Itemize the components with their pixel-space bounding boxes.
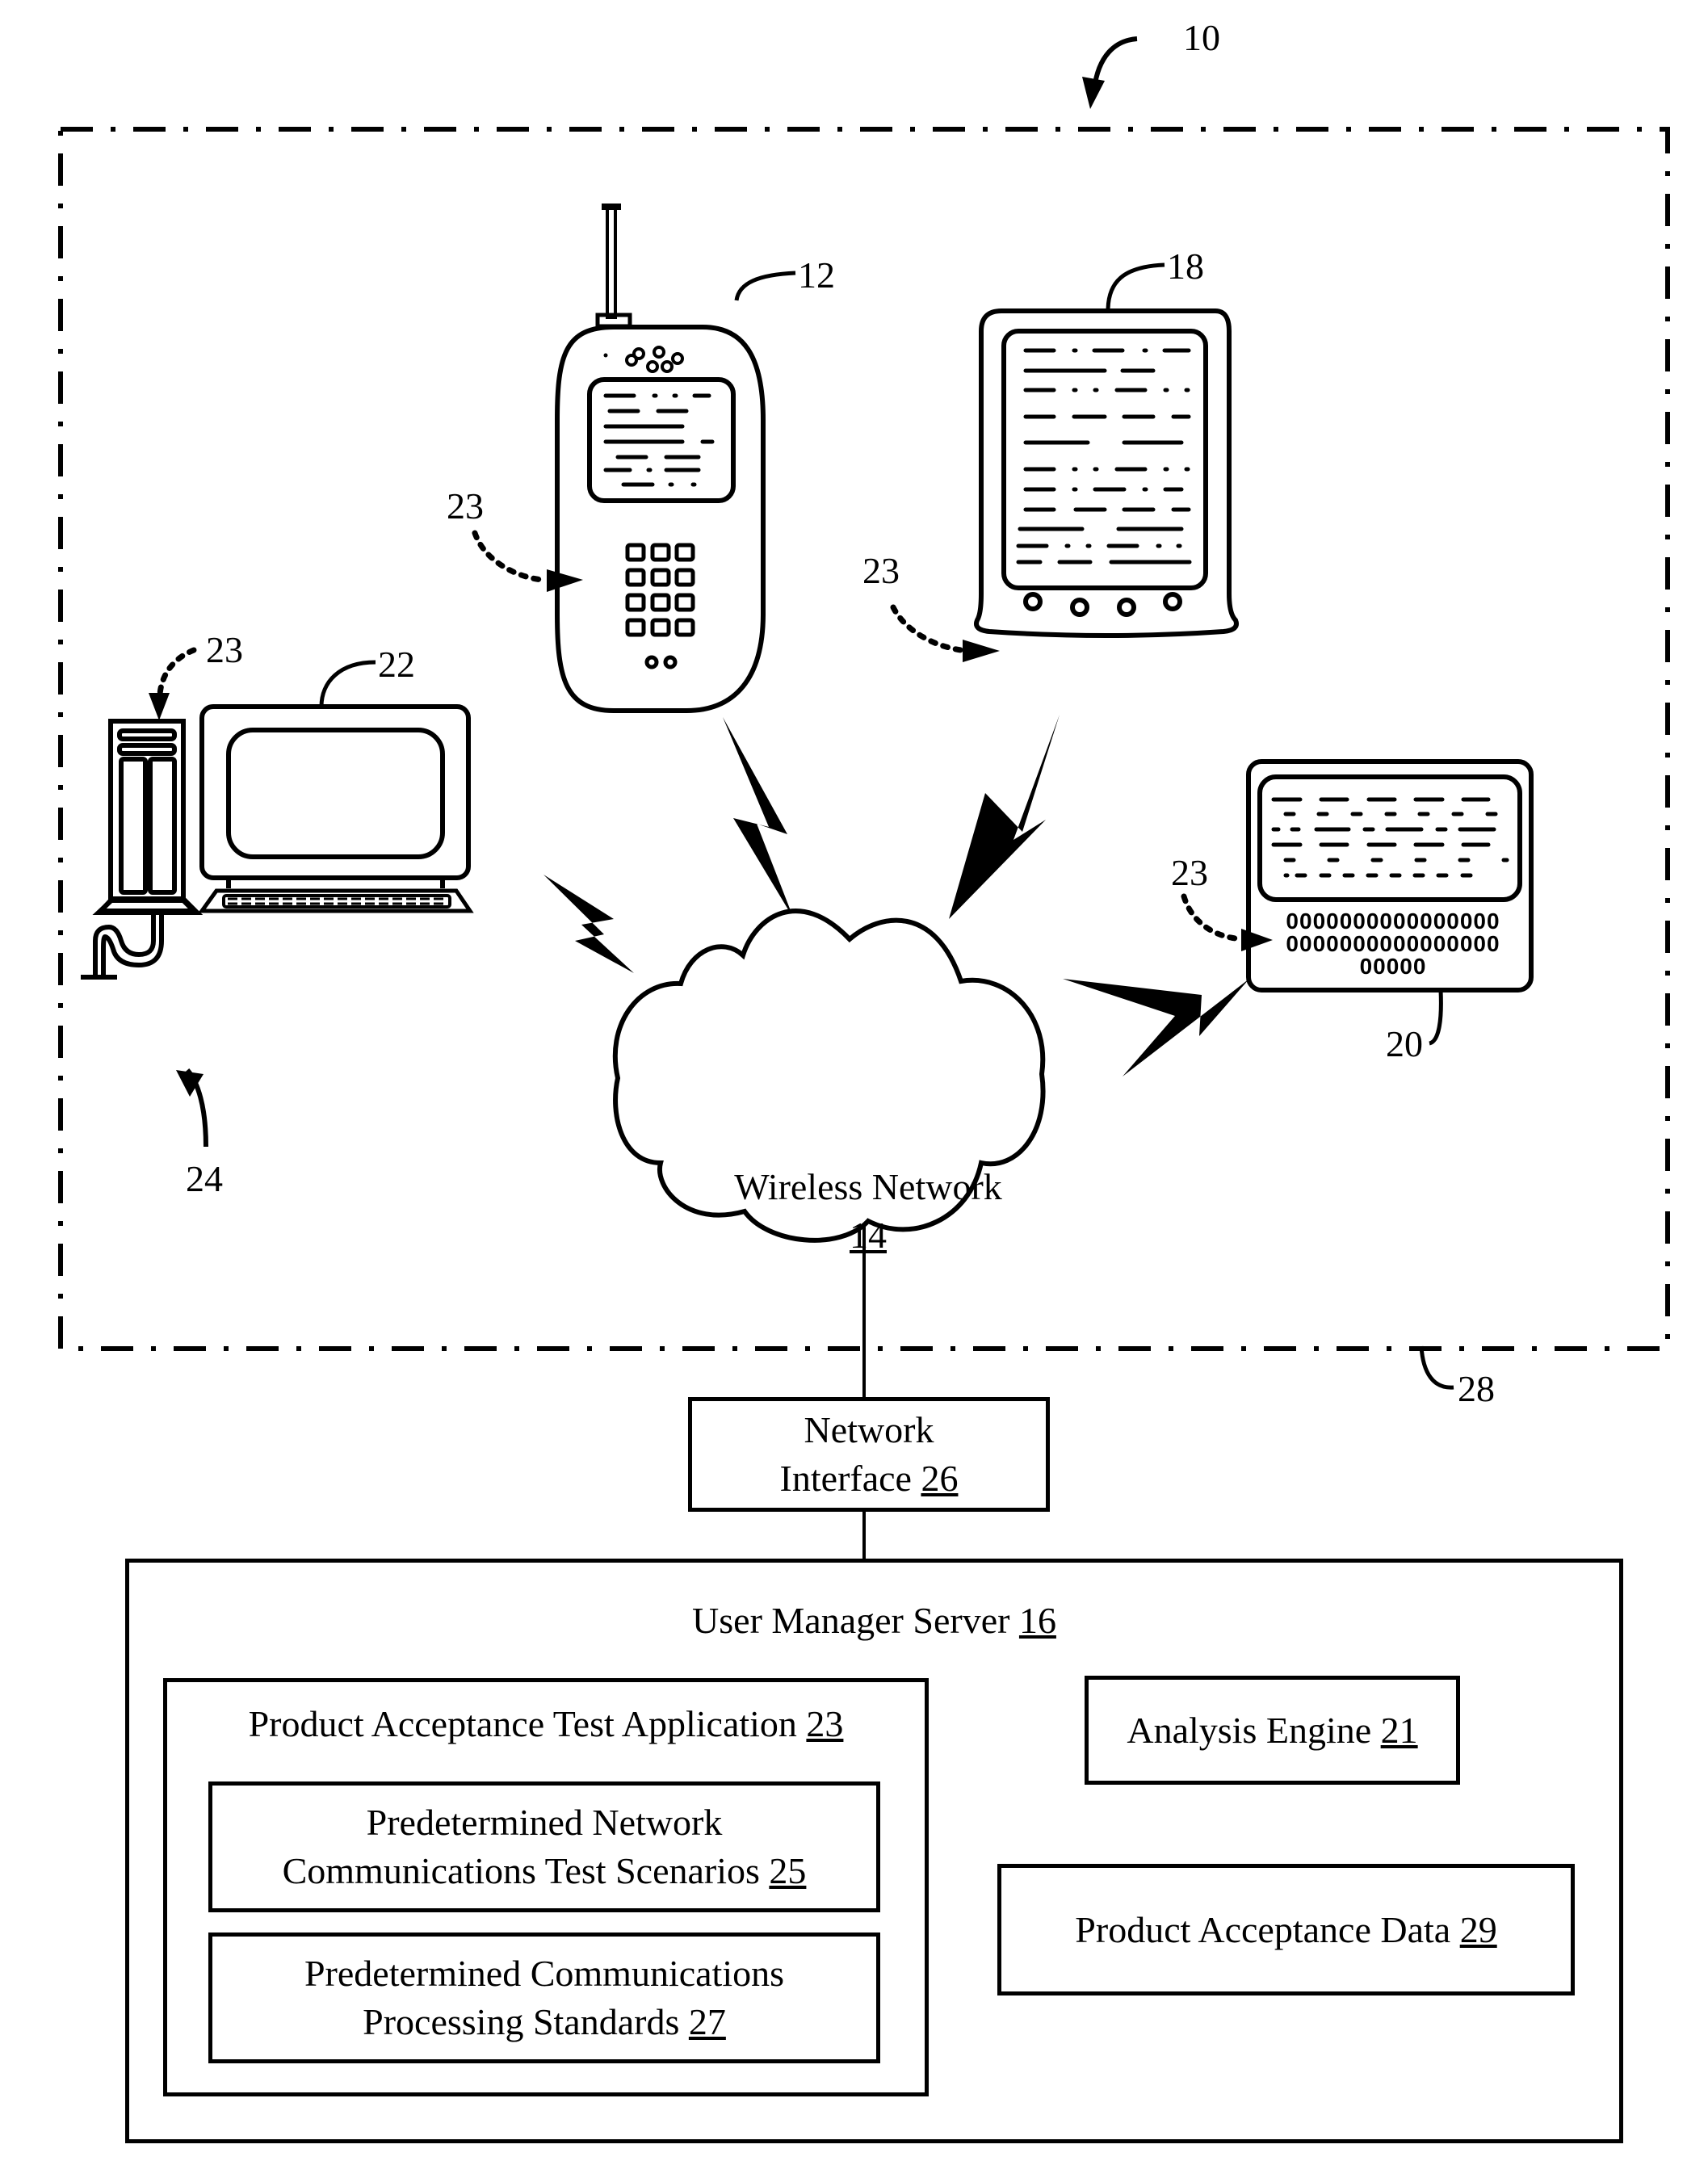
desktop-app-ref-dotted-arrow <box>157 647 197 698</box>
pda-app-arrowhead <box>963 640 1000 662</box>
network-interface-box: Network Interface 26 <box>688 1397 1050 1512</box>
lightning-bolt-desktop-icon <box>543 875 634 973</box>
pager-app-ref-label: 23 <box>1171 852 1208 893</box>
acceptance-data-box: Product Acceptance Data 29 <box>997 1864 1575 1995</box>
pager-ref-label: 20 <box>1386 1023 1423 1064</box>
phone-app-ref-dotted-arrow <box>472 530 546 583</box>
acceptance-data-ref: 29 <box>1459 1908 1497 1950</box>
acceptance-data-label: Product Acceptance Data <box>1075 1908 1451 1950</box>
processing-standards-line1: Predetermined Communications <box>304 1953 785 1994</box>
desktop-ref-leader <box>319 660 376 707</box>
desktop-ref-label: 22 <box>378 644 415 685</box>
test-application-title: Product Acceptance Test Application 23 <box>167 1700 925 1748</box>
server-title: User Manager Server 16 <box>129 1597 1619 1645</box>
lightning-bolt-phone-icon <box>723 717 794 919</box>
network-interface-line2: Interface <box>779 1458 912 1499</box>
analysis-engine-label: Analysis Engine <box>1127 1709 1372 1751</box>
phone-app-arrowhead <box>547 569 583 592</box>
pager-keys-row-2: 0000000000000000 <box>1286 931 1500 956</box>
analysis-engine-ref: 21 <box>1380 1709 1418 1751</box>
pager-keys-row-3: 00000 <box>1360 954 1427 979</box>
analysis-engine-box: Analysis Engine 21 <box>1085 1676 1460 1785</box>
network-interface-ref: 26 <box>921 1458 959 1499</box>
lightning-bolt-pager-icon <box>1063 979 1249 1076</box>
pager-app-ref-dotted-arrow <box>1181 893 1239 942</box>
pda-screen-text <box>1016 348 1192 564</box>
desktop-monitor-icon <box>199 704 471 888</box>
processing-standards-ref: 27 <box>688 2001 726 2042</box>
cable-ref-label: 24 <box>186 1158 223 1199</box>
phone-ref-leader <box>734 271 796 301</box>
pda-app-ref-label: 23 <box>862 550 900 591</box>
network-interface-line1: Network <box>804 1409 934 1450</box>
test-application-ref: 23 <box>806 1703 844 1744</box>
wireless-network-title: Wireless Network <box>734 1166 1002 1207</box>
phone-app-ref-label: 23 <box>447 485 484 527</box>
phone-keypad-grid-icon <box>625 543 695 669</box>
desktop-app-ref-label: 23 <box>206 629 243 670</box>
pager-screen-text <box>1271 797 1509 878</box>
pager-app-arrowhead <box>1241 929 1273 951</box>
pda-icon <box>974 308 1239 638</box>
pda-ref-label: 18 <box>1167 245 1204 287</box>
lightning-bolt-pda-icon <box>949 715 1060 919</box>
pager-keys-row-1: 0000000000000000 <box>1286 909 1500 934</box>
desktop-tower-icon <box>81 719 204 980</box>
pda-app-ref-dotted-arrow <box>890 604 964 653</box>
test-scenarios-box: Predetermined Network Communications Tes… <box>208 1781 880 1912</box>
test-scenarios-line1: Predetermined Network <box>366 1802 723 1843</box>
processing-standards-box: Predetermined Communications Processing … <box>208 1933 880 2063</box>
wireless-network-label: Wireless Network 14 <box>682 1163 1054 1260</box>
test-scenarios-line2: Communications Test Scenarios <box>282 1850 760 1891</box>
desktop-app-arrowhead <box>149 693 170 720</box>
server-title-text: User Manager Server <box>692 1600 1010 1641</box>
test-application-title-text: Product Acceptance Test Application <box>248 1703 797 1744</box>
processing-standards-line2: Processing Standards <box>363 2001 680 2042</box>
keyboard-icon <box>198 888 474 913</box>
server-ref: 16 <box>1018 1600 1056 1641</box>
phone-ref-label: 12 <box>798 254 835 296</box>
pda-ref-leader <box>1106 262 1165 312</box>
wireless-network-ref: 14 <box>850 1215 887 1256</box>
test-scenarios-ref: 25 <box>769 1850 807 1891</box>
pager-ref-leader <box>1429 989 1443 1046</box>
